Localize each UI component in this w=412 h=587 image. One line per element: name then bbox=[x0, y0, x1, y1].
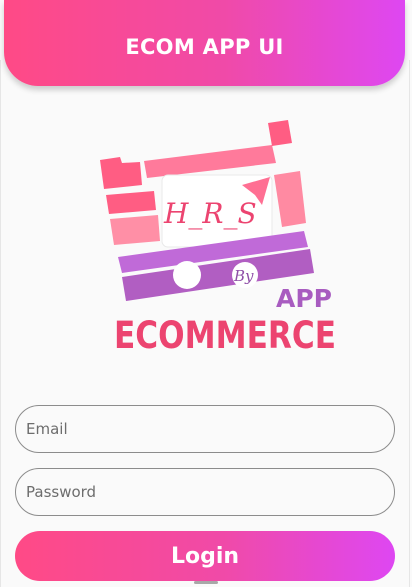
logo-block bbox=[106, 191, 156, 214]
app-screen: ECOM APP UI H_R_S By APP ECOMMERCE Email… bbox=[0, 0, 412, 587]
ecommerce-logo: H_R_S By APP ECOMMERCE bbox=[92, 115, 342, 360]
logo-block bbox=[268, 120, 292, 146]
home-indicator bbox=[194, 581, 218, 584]
logo-app: APP bbox=[276, 284, 332, 313]
logo-wheel bbox=[173, 261, 201, 289]
logo-block bbox=[274, 171, 306, 227]
password-field[interactable] bbox=[15, 468, 395, 516]
logo-block bbox=[110, 215, 160, 245]
logo-brand: ECOMMERCE bbox=[114, 314, 336, 357]
logo-initials: H_R_S bbox=[163, 197, 257, 230]
logo-block bbox=[100, 157, 142, 189]
email-field[interactable] bbox=[15, 405, 395, 453]
login-button-label: Login bbox=[170, 543, 240, 569]
logo-block bbox=[144, 145, 276, 178]
login-button[interactable]: Login bbox=[15, 531, 395, 581]
app-header: ECOM APP UI bbox=[4, 0, 405, 86]
page-title: ECOM APP UI bbox=[125, 35, 284, 59]
logo-by: By bbox=[233, 267, 254, 285]
logo-graphic: H_R_S By APP ECOMMERCE bbox=[100, 120, 336, 357]
